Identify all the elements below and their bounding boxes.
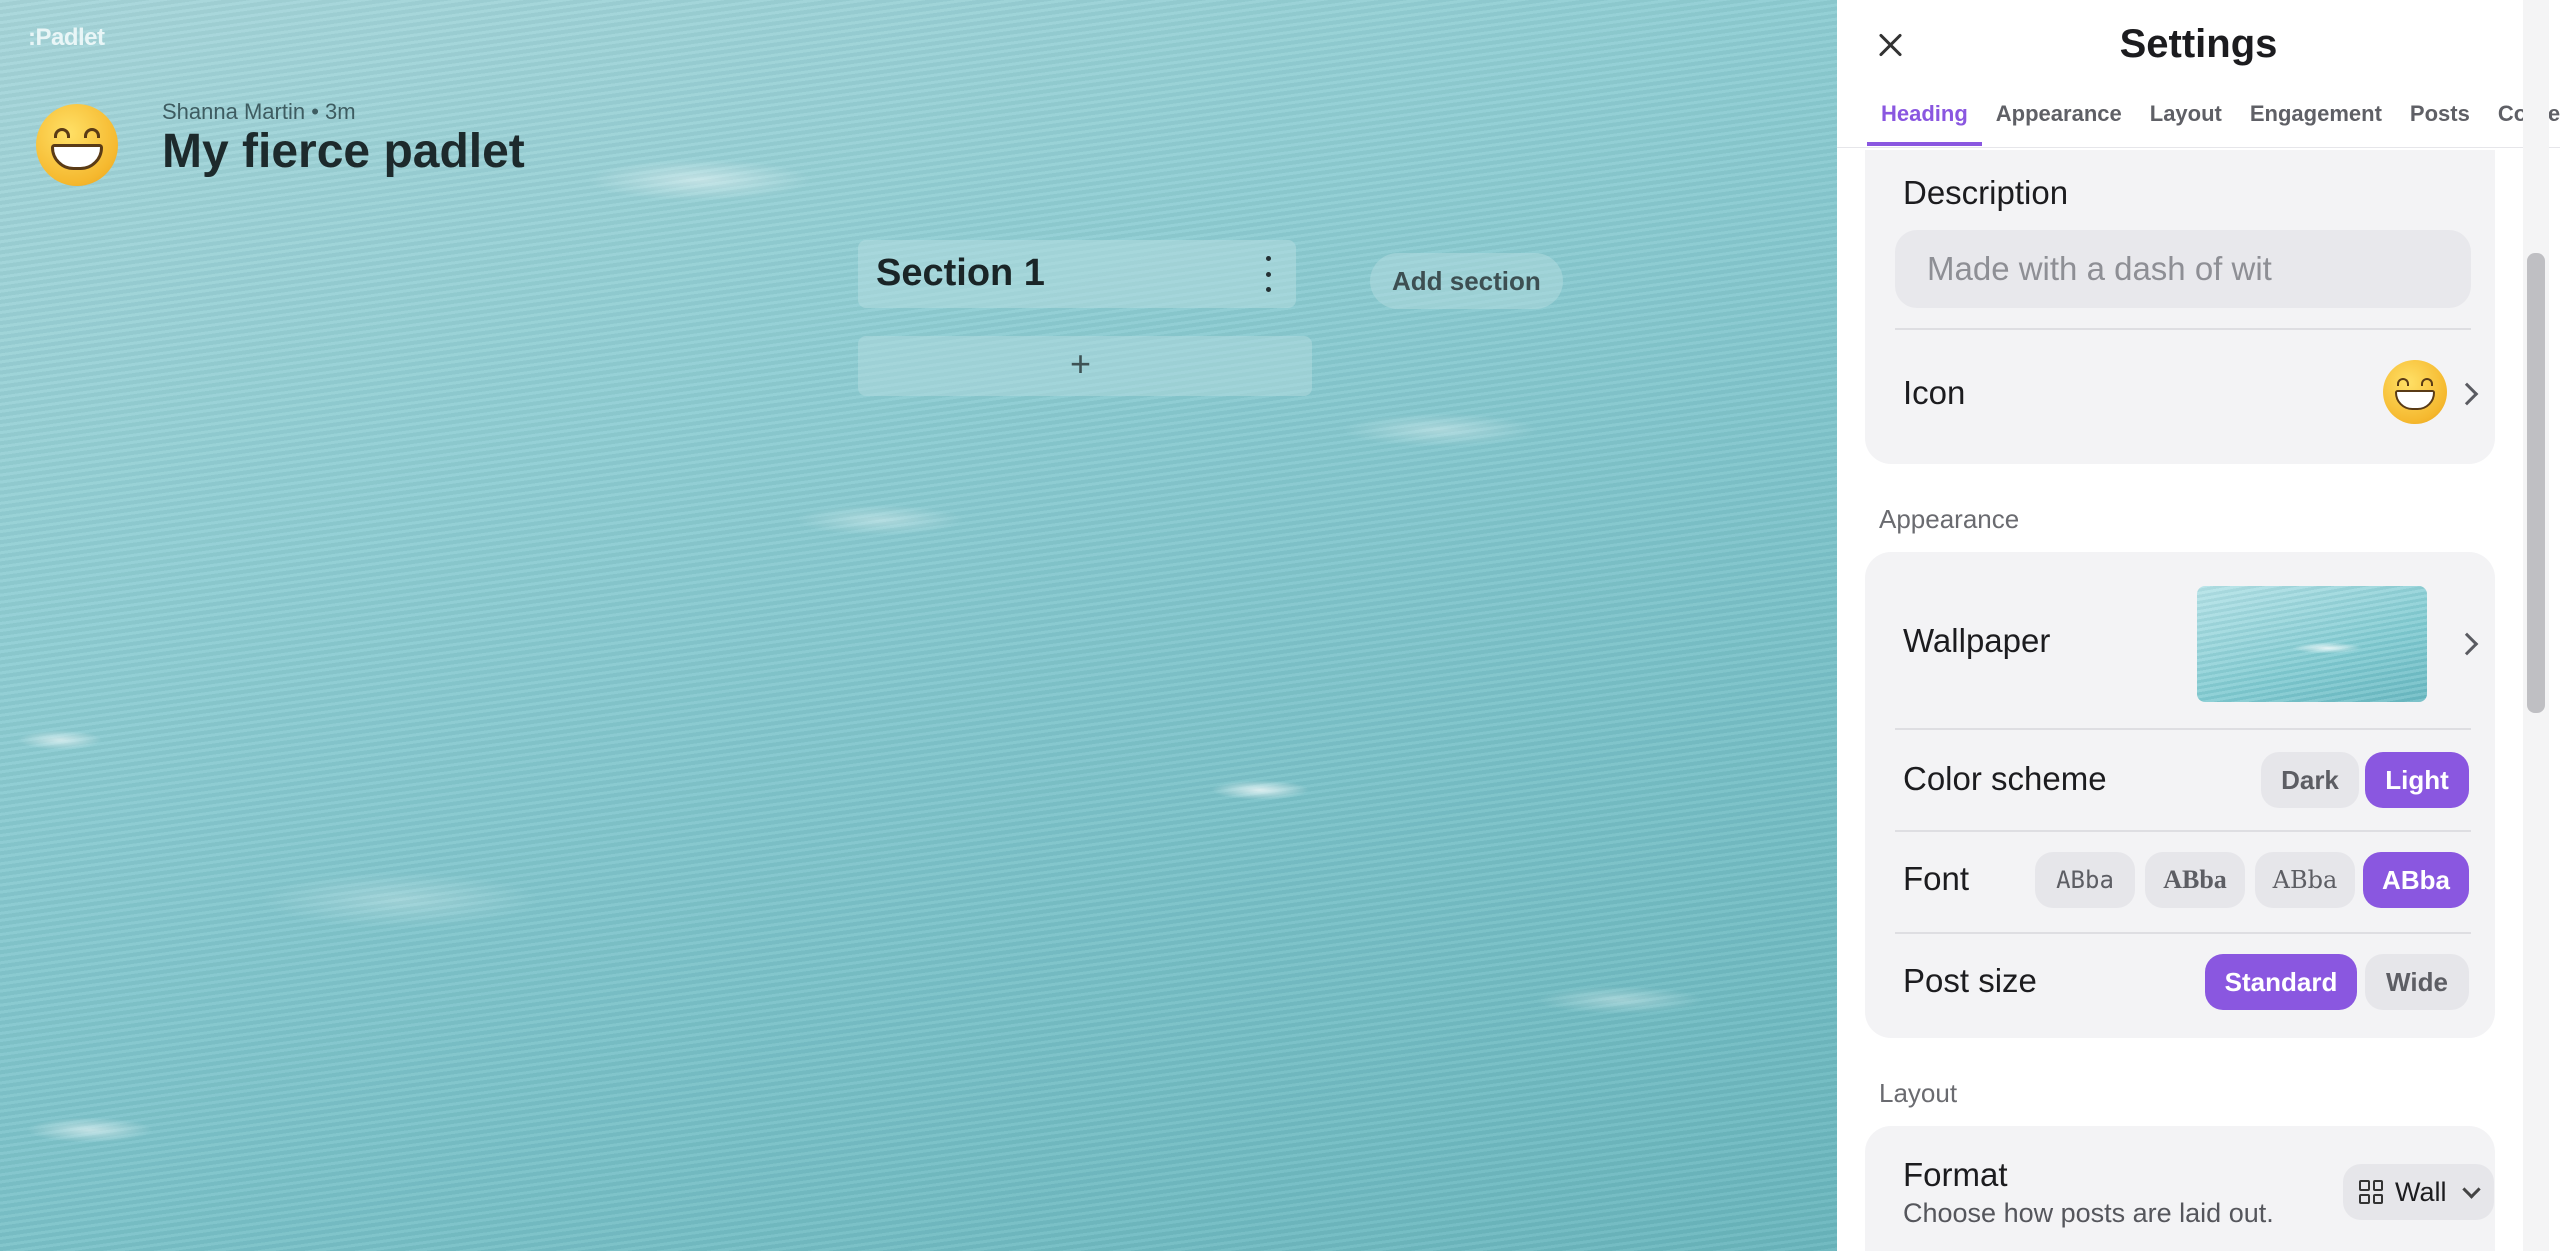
chevron-down-icon xyxy=(2461,1179,2481,1199)
chevron-right-icon[interactable] xyxy=(2455,382,2479,406)
post-size-wide-button[interactable]: Wide xyxy=(2365,954,2469,1010)
tab-engagement[interactable]: Engagement xyxy=(2236,98,2396,146)
section-header[interactable]: Section 1 xyxy=(858,240,1296,308)
author-meta: Shanna Martin • 3m xyxy=(162,99,356,124)
format-value: Wall xyxy=(2395,1176,2447,1207)
appearance-settings-card: Wallpaper Color scheme Dark Light Font A… xyxy=(1865,552,2495,1038)
format-label: Format xyxy=(1903,1156,2008,1193)
description-placeholder: Made with a dash of wit xyxy=(1927,250,2272,287)
format-description: Choose how posts are laid out. xyxy=(1903,1198,2274,1228)
scrollbar-thumb[interactable] xyxy=(2527,253,2545,713)
description-input[interactable]: Made with a dash of wit xyxy=(1895,230,2471,308)
divider xyxy=(1895,328,2471,330)
emoji-mouth xyxy=(51,144,103,170)
description-label: Description xyxy=(1903,174,2069,211)
color-scheme-label: Color scheme xyxy=(1903,760,2107,797)
format-select[interactable]: Wall xyxy=(2343,1164,2494,1220)
heading-settings-card: Description Made with a dash of wit Icon xyxy=(1865,150,2495,464)
post-size-label: Post size xyxy=(1903,962,2037,999)
font-option-4-button[interactable]: ABba xyxy=(2363,852,2469,908)
tab-posts[interactable]: Posts xyxy=(2396,98,2484,146)
settings-title: Settings xyxy=(2119,22,2278,66)
padlet-logo[interactable]: :Padlet xyxy=(28,24,105,52)
emoji-eye-right xyxy=(84,128,100,138)
settings-header: Settings Heading Appearance Layout Engag… xyxy=(1837,0,2560,148)
font-option-2-button[interactable]: ABba xyxy=(2145,852,2245,908)
settings-tabs: Heading Appearance Layout Engagement Pos… xyxy=(1867,98,2560,146)
grinning-face-icon[interactable] xyxy=(2383,360,2447,424)
layout-group-label: Layout xyxy=(1879,1078,1958,1108)
font-label: Font xyxy=(1903,860,1970,897)
tab-layout[interactable]: Layout xyxy=(2136,98,2236,146)
divider xyxy=(1895,932,2471,934)
settings-panel: Description Made with a dash of wit Icon… xyxy=(1837,0,2560,1251)
divider xyxy=(1895,830,2471,832)
font-option-1-button[interactable]: ABba xyxy=(2035,852,2135,908)
divider xyxy=(1895,728,2471,730)
chevron-right-icon[interactable] xyxy=(2455,632,2479,656)
tab-heading[interactable]: Heading xyxy=(1867,98,1982,146)
font-option-3-button[interactable]: ABba xyxy=(2255,852,2355,908)
wall-layout-icon xyxy=(2359,1180,2383,1204)
board-title[interactable]: My fierce padlet xyxy=(162,124,525,179)
wallpaper-thumbnail[interactable] xyxy=(2197,586,2427,702)
color-scheme-light-button[interactable]: Light xyxy=(2365,752,2469,808)
plus-icon: + xyxy=(1070,343,1092,384)
color-scheme-dark-button[interactable]: Dark xyxy=(2261,752,2359,808)
board-icon-avatar[interactable] xyxy=(36,104,118,186)
tab-appearance[interactable]: Appearance xyxy=(1982,98,2136,146)
appearance-group-label: Appearance xyxy=(1879,504,2020,534)
emoji-eye-left xyxy=(54,128,70,138)
wallpaper-label: Wallpaper xyxy=(1903,622,2051,659)
section-more-icon[interactable] xyxy=(1264,256,1272,292)
add-post-button[interactable]: + xyxy=(858,336,1312,396)
post-size-standard-button[interactable]: Standard xyxy=(2205,954,2357,1010)
add-section-button[interactable]: Add section xyxy=(1370,253,1563,309)
layout-settings-card: Format Choose how posts are laid out. Wa… xyxy=(1865,1126,2495,1251)
section-title[interactable]: Section 1 xyxy=(876,252,1045,295)
icon-label: Icon xyxy=(1903,374,1966,411)
